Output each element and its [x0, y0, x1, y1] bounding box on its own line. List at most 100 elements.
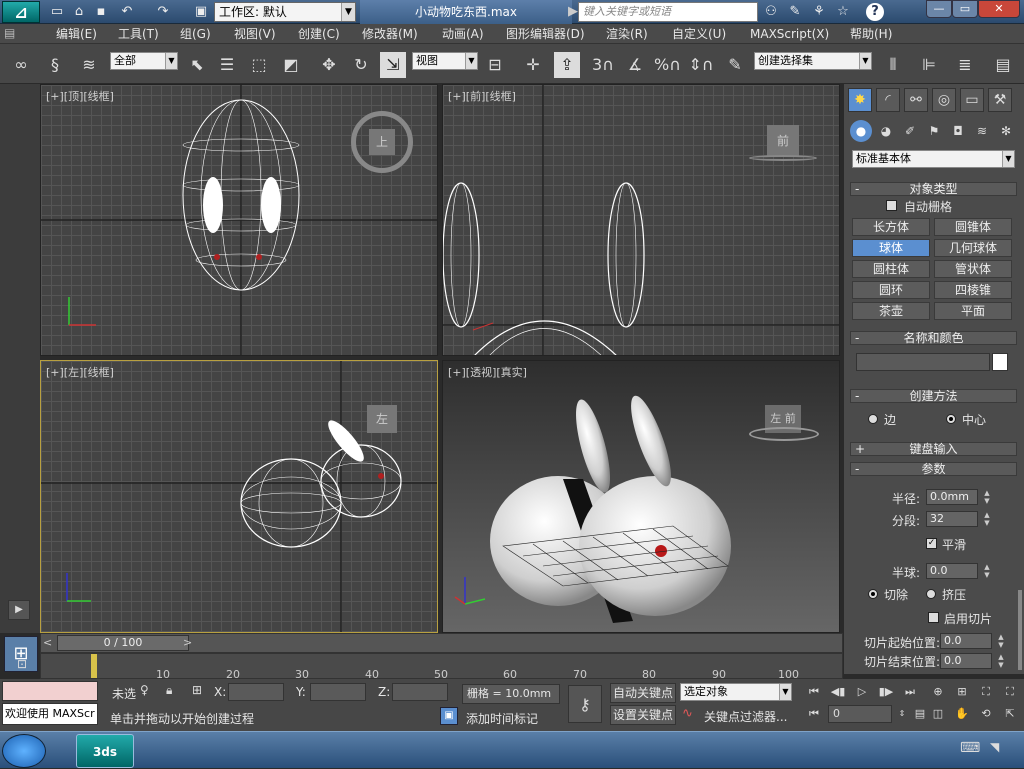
go-to-start-icon[interactable]: ⏮	[804, 683, 824, 701]
rollout-creation-method[interactable]: - 创建方法	[850, 389, 1017, 403]
mirror-icon[interactable]: ⫴	[880, 52, 906, 78]
viewcube-ring[interactable]	[749, 427, 819, 441]
select-and-move-icon[interactable]: ✥	[316, 52, 342, 78]
unlink-icon[interactable]: §	[42, 52, 68, 78]
menu-maxscript[interactable]: MAXScript(X)	[750, 26, 829, 42]
time-configuration-icon[interactable]: ▤	[910, 705, 930, 723]
y-coordinate-input[interactable]	[310, 683, 366, 701]
utilities-tab-icon[interactable]: ⚒	[988, 88, 1012, 112]
spinner-snap-icon[interactable]: ⇕∩	[688, 52, 714, 78]
project-folder-icon[interactable]: ▣	[192, 3, 210, 21]
tray-expand-icon[interactable]: ◥	[990, 740, 1010, 760]
menu-create[interactable]: 创建(C)	[298, 26, 340, 42]
pan-view-icon[interactable]: ✋	[952, 705, 972, 723]
plane-button[interactable]: 平面	[934, 302, 1012, 320]
key-filters-button[interactable]: 关键点过滤器...	[704, 708, 787, 725]
select-and-scale-icon[interactable]: ⇲	[380, 52, 406, 78]
rollout-name-color[interactable]: - 名称和颜色	[850, 331, 1017, 345]
viewport-top[interactable]: [+][顶][线框] 上	[40, 84, 438, 356]
auto-key-button[interactable]: 自动关键点	[610, 683, 676, 703]
viewport-front[interactable]: [+][前][线框] 前	[442, 84, 840, 356]
geometry-type-dropdown[interactable]: 标准基本体 ▼	[852, 150, 1015, 168]
teapot-button[interactable]: 茶壶	[852, 302, 930, 320]
slice-to-input[interactable]: 0.0	[940, 653, 992, 669]
cameras-category-icon[interactable]: ⚑	[924, 120, 944, 142]
hierarchy-tab-icon[interactable]: ⚯	[904, 88, 928, 112]
menu-graph-editors[interactable]: 图形编辑器(D)	[506, 26, 585, 42]
next-frame-icon[interactable]: >	[183, 635, 197, 651]
angle-snap-icon[interactable]: ∡	[622, 52, 648, 78]
menu-help[interactable]: 帮助(H)	[850, 26, 892, 42]
select-by-name-icon[interactable]: ☰	[214, 52, 240, 78]
pyramid-button[interactable]: 四棱锥	[934, 281, 1012, 299]
shapes-category-icon[interactable]: ◕	[876, 120, 896, 142]
subscription-icon[interactable]: ⚘	[810, 3, 828, 21]
systems-category-icon[interactable]: ✻	[996, 120, 1016, 142]
time-slider-thumb[interactable]: 0 / 100	[57, 635, 189, 651]
start-button-icon[interactable]	[2, 734, 46, 768]
box-button[interactable]: 长方体	[852, 218, 930, 236]
align-icon[interactable]: ⊫	[916, 52, 942, 78]
communication-center-icon[interactable]: ✎	[786, 3, 804, 21]
hemisphere-input[interactable]: 0.0	[926, 563, 978, 579]
keyboard-icon[interactable]: ⌨	[960, 740, 980, 760]
panel-scrollbar[interactable]	[1018, 590, 1022, 670]
autogrid-checkbox[interactable]	[886, 200, 897, 211]
window-crossing-icon[interactable]: ◩	[278, 52, 304, 78]
cone-button[interactable]: 圆锥体	[934, 218, 1012, 236]
sphere-button[interactable]: 球体	[852, 239, 930, 257]
bind-space-warp-icon[interactable]: ≋	[76, 52, 102, 78]
app-logo-icon[interactable]: ⊿	[2, 1, 40, 23]
set-key-button[interactable]: 设置关键点	[610, 705, 676, 725]
torus-button[interactable]: 圆环	[852, 281, 930, 299]
menu-group[interactable]: 组(G)	[180, 26, 211, 42]
radius-input[interactable]: 0.0mm	[926, 489, 978, 505]
maximize-button[interactable]: ▭	[952, 0, 978, 18]
taskbar-3dsmax-icon[interactable]: 3ds	[76, 734, 134, 768]
curve-editor-icon[interactable]: ⊡	[7, 657, 37, 677]
spinner-arrows-icon[interactable]: ▲ ▼	[982, 563, 992, 579]
squash-radio[interactable]	[926, 589, 936, 599]
zoom-all-icon[interactable]: ⊞	[952, 683, 972, 701]
isolate-selection-icon[interactable]: ♀	[140, 683, 154, 699]
menu-animation[interactable]: 动画(A)	[442, 26, 484, 42]
key-mode-toggle-icon[interactable]: ⏮	[804, 705, 824, 723]
track-bar[interactable]: ⊡ 10 20 30 40 50 60 70 80 90 100	[17, 653, 843, 681]
menu-customize[interactable]: 自定义(U)	[672, 26, 726, 42]
zoom-extents-icon[interactable]: ⛶	[976, 683, 996, 701]
create-tab-icon[interactable]: ✸	[848, 88, 872, 112]
select-and-link-icon[interactable]: ∞	[8, 52, 34, 78]
maxscript-listener-pink[interactable]	[2, 681, 98, 701]
minimize-button[interactable]: —	[926, 0, 952, 18]
menu-edit[interactable]: 编辑(E)	[56, 26, 97, 42]
current-frame-input[interactable]: 0	[828, 705, 892, 723]
pivot-center-icon[interactable]: ⊟	[482, 52, 508, 78]
percent-snap-icon[interactable]: %∩	[654, 52, 681, 78]
keyboard-shortcut-override-icon[interactable]: ⇪	[554, 52, 580, 78]
search-input[interactable]: 键入关键字或短语	[578, 2, 758, 22]
viewcube[interactable]: 左	[367, 405, 397, 433]
redo-icon[interactable]: ↷	[154, 3, 172, 21]
select-object-icon[interactable]: ⬉	[184, 52, 210, 78]
close-button[interactable]: ✕	[978, 0, 1020, 18]
selection-filter-dropdown[interactable]: 全部 ▼	[110, 52, 178, 70]
snaps-toggle-icon[interactable]: 3∩	[590, 52, 616, 78]
edit-named-selection-icon[interactable]: ✎	[722, 52, 748, 78]
segments-input[interactable]: 32	[926, 511, 978, 527]
creation-center-radio[interactable]	[946, 414, 956, 424]
viewport-label[interactable]: [+][透视][真实]	[448, 364, 527, 380]
named-selection-dropdown[interactable]: 创建选择集 ▼	[754, 52, 872, 70]
viewcube-ring[interactable]	[749, 155, 817, 161]
binoculars-icon[interactable]: ⚇	[762, 3, 780, 21]
modify-tab-icon[interactable]: ◜	[876, 88, 900, 112]
previous-frame-icon[interactable]: <	[43, 635, 57, 651]
add-time-tag[interactable]: 添加时间标记	[466, 710, 538, 727]
menu-rendering[interactable]: 渲染(R)	[606, 26, 648, 42]
new-file-icon[interactable]: ▭	[48, 3, 66, 21]
next-key-icon[interactable]: ▮▶	[876, 683, 896, 701]
slice-on-checkbox[interactable]	[928, 612, 939, 623]
orbit-icon[interactable]: ⟲	[976, 705, 996, 723]
set-key-icon[interactable]: ⚷	[568, 685, 602, 723]
zoom-extents-all-icon[interactable]: ⛶	[1000, 683, 1020, 701]
x-coordinate-input[interactable]	[228, 683, 284, 701]
